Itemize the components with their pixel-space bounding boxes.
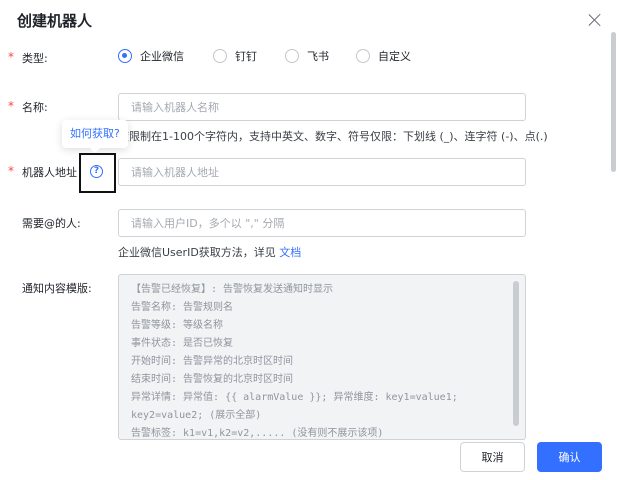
create-robot-dialog: 创建机器人 * 类型: 企业微信 钉钉 飞书 自定义 * 名称: 度限制在1-1… bbox=[0, 0, 617, 480]
close-icon[interactable] bbox=[588, 13, 602, 27]
type-required-mark: * bbox=[8, 50, 14, 64]
radio-circle bbox=[285, 49, 299, 63]
notification-template-textarea[interactable]: 【告警已经恢复】: 告警恢复发送通知时显示 告警名称: 告警规则名 告警等级: … bbox=[118, 274, 526, 440]
radio-circle bbox=[356, 49, 370, 63]
radio-custom[interactable]: 自定义 bbox=[356, 48, 411, 64]
cancel-button[interactable]: 取消 bbox=[460, 442, 525, 472]
radio-label: 企业微信 bbox=[140, 50, 184, 63]
name-label: 名称: bbox=[22, 101, 48, 114]
radio-feishu[interactable]: 飞书 bbox=[285, 48, 329, 64]
radio-circle bbox=[213, 49, 227, 63]
template-line: 结束时间: 告警恢复的北京时区时间 bbox=[131, 374, 294, 385]
template-lines: 【告警已经恢复】: 告警恢复发送通知时显示 告警名称: 告警规则名 告警等级: … bbox=[131, 281, 458, 439]
template-line: 告警名称: 告警规则名 bbox=[131, 302, 234, 313]
radio-wecom[interactable]: 企业微信 bbox=[118, 48, 184, 64]
template-line: 事件状态: 是否已恢复 bbox=[131, 338, 234, 349]
template-line: 【告警已经恢复】: 告警恢复发送通知时显示 bbox=[131, 284, 334, 295]
question-circle-icon[interactable]: ? bbox=[90, 165, 103, 178]
mentions-hint-text: 企业微信UserID获取方法，详见 bbox=[118, 246, 276, 259]
confirm-button[interactable]: 确认 bbox=[537, 442, 602, 472]
radio-label: 飞书 bbox=[307, 50, 329, 63]
mentions-input[interactable] bbox=[118, 209, 526, 237]
address-required-mark: * bbox=[8, 164, 14, 178]
template-line: 告警标签: k1=v1,k2=v2,..... (没有则不展示该项) bbox=[131, 428, 384, 439]
how-to-get-tooltip[interactable]: 如何获取? bbox=[62, 120, 128, 153]
dialog-scrollbar[interactable] bbox=[611, 32, 616, 172]
mentions-label: 需要@的人: bbox=[22, 217, 81, 230]
type-label: 类型: bbox=[22, 52, 48, 65]
name-hint: 度限制在1-100个字符内，支持中英文、数字、符号仅限：下划线 (_)、连字符 … bbox=[118, 130, 548, 143]
robot-name-input[interactable] bbox=[118, 93, 526, 121]
dialog-footer: 取消 确认 bbox=[0, 440, 617, 480]
radio-dingtalk[interactable]: 钉钉 bbox=[213, 48, 257, 64]
template-line: key2=value2; (展示全部) bbox=[131, 410, 262, 421]
robot-address-input[interactable] bbox=[118, 158, 526, 186]
mentions-hint: 企业微信UserID获取方法，详见 文档 bbox=[118, 244, 301, 260]
dialog-title: 创建机器人 bbox=[17, 12, 93, 30]
template-scrollbar[interactable] bbox=[513, 281, 519, 426]
name-required-mark: * bbox=[8, 99, 14, 113]
radio-label: 钉钉 bbox=[235, 50, 257, 63]
radio-circle bbox=[118, 49, 132, 63]
template-label: 通知内容模版: bbox=[22, 282, 92, 295]
address-label: 机器人地址 bbox=[22, 166, 77, 179]
template-line: 异常详情: 异常值: {{ alarmValue }}; 异常维度: key1=… bbox=[131, 392, 458, 403]
template-line: 告警等级: 等级名称 bbox=[131, 320, 224, 331]
radio-label: 自定义 bbox=[378, 50, 411, 63]
docs-link[interactable]: 文档 bbox=[279, 246, 301, 259]
template-line: 开始时间: 告警异常的北京时区时间 bbox=[131, 356, 294, 367]
